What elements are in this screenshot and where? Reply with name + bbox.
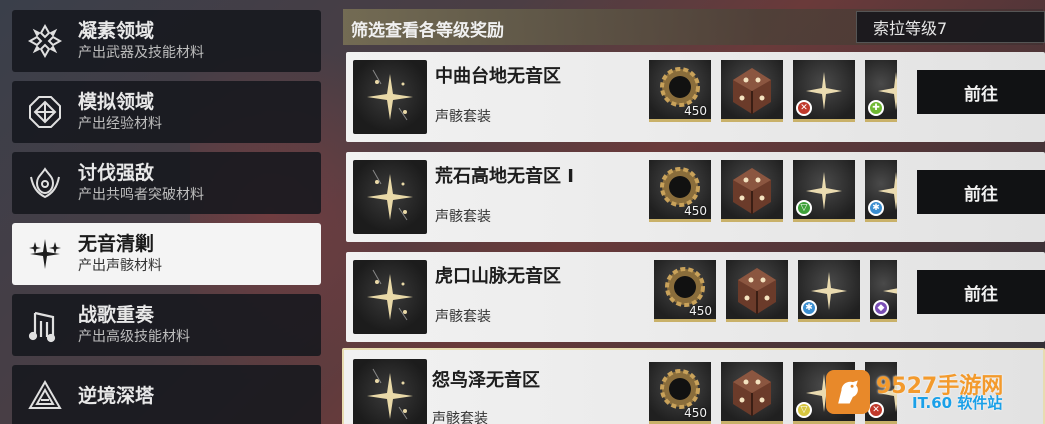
reward-slot-shell-credit[interactable]: 450 bbox=[649, 60, 711, 122]
sidebar-item-title: 模拟领域 bbox=[78, 91, 155, 113]
sidebar-item-tacet-clear[interactable]: 无音清剿 产出声骸材料 bbox=[12, 223, 321, 285]
crystal-cluster-icon bbox=[12, 10, 78, 72]
sidebar-item-title: 无音清剿 bbox=[78, 233, 155, 255]
element-badge: ▽ bbox=[796, 200, 812, 216]
reward-slot-material[interactable] bbox=[721, 362, 783, 424]
octagon-gem-icon bbox=[12, 81, 78, 143]
echo-set-thumbnail bbox=[353, 160, 427, 234]
sidebar-item-battle-song[interactable]: 战歌重奏 产出高级技能材料 bbox=[12, 294, 321, 356]
sidebar-item-tower[interactable]: 逆境深塔 bbox=[12, 365, 321, 424]
echo-set-thumbnail bbox=[353, 359, 427, 424]
element-badge: ✕ bbox=[796, 100, 812, 116]
goto-button[interactable]: 前往 bbox=[917, 270, 1045, 314]
level-label: 索拉等级7 bbox=[873, 19, 948, 38]
sidebar-item-subtitle: 产出高级技能材料 bbox=[78, 329, 190, 345]
sparkle-burst-icon bbox=[12, 223, 78, 285]
sidebar-item-simulation[interactable]: 模拟领域 产出经验材料 bbox=[12, 81, 321, 143]
reward-slot-shell-credit[interactable]: 450 bbox=[649, 362, 711, 424]
reward-slot-material[interactable] bbox=[721, 160, 783, 222]
triangle-tower-icon bbox=[12, 365, 78, 424]
sidebar-item-title: 逆境深塔 bbox=[78, 385, 155, 407]
sidebar-item-subtitle: 产出共鸣者突破材料 bbox=[78, 187, 204, 203]
sidebar-item-subtitle: 产出武器及技能材料 bbox=[78, 45, 204, 61]
sidebar-item-boss-hunt[interactable]: 讨伐强敌 产出共鸣者突破材料 bbox=[12, 152, 321, 214]
dungeon-name: 中曲台地无音区 bbox=[435, 66, 561, 87]
sidebar-item-title: 讨伐强敌 bbox=[78, 162, 155, 184]
element-badge: ✚ bbox=[868, 100, 884, 116]
element-badge: ◆ bbox=[873, 300, 889, 316]
dice-box-icon bbox=[738, 268, 776, 314]
dungeon-name: 虎口山脉无音区 bbox=[435, 266, 561, 287]
dungeon-card[interactable]: 荒石高地无音区 Ⅰ 声骸套装 450 ▽ ✱ 前往 bbox=[346, 152, 1045, 242]
dice-box-icon bbox=[733, 68, 771, 114]
dungeon-type: 声骸套装 bbox=[435, 109, 491, 125]
page-title: 筛选查看各等级奖励 bbox=[351, 21, 504, 41]
reward-slot-shell-credit[interactable]: 450 bbox=[649, 160, 711, 222]
reward-count: 450 bbox=[684, 204, 707, 218]
sidebar-item-subtitle: 产出经验材料 bbox=[78, 116, 162, 132]
dice-box-icon bbox=[733, 370, 771, 416]
reward-slot-echo[interactable]: ✕ bbox=[793, 60, 855, 122]
music-note-icon bbox=[12, 294, 78, 356]
dungeon-type: 声骸套装 bbox=[435, 309, 491, 325]
dungeon-card[interactable]: 中曲台地无音区 声骸套装 450 ✕ ✚ 前往 bbox=[346, 52, 1045, 142]
element-badge: ▽ bbox=[796, 402, 812, 418]
goto-button[interactable]: 前往 bbox=[917, 170, 1045, 214]
dungeon-name: 荒石高地无音区 Ⅰ bbox=[435, 166, 574, 187]
dice-box-icon bbox=[733, 168, 771, 214]
reward-slot-echo[interactable]: ✱ bbox=[798, 260, 860, 322]
reward-count: 450 bbox=[689, 304, 712, 318]
sidebar-item-forgery[interactable]: 凝素领域 产出武器及技能材料 bbox=[12, 10, 321, 72]
element-badge: ✱ bbox=[801, 300, 817, 316]
watermark-subtext: IT.60 软件站 bbox=[912, 394, 1003, 412]
sidebar-item-subtitle: 产出声骸材料 bbox=[78, 258, 162, 274]
goto-button[interactable]: 前往 bbox=[917, 70, 1045, 114]
reward-slot-echo-partial[interactable]: ✚ bbox=[865, 60, 897, 122]
reward-slot-material[interactable] bbox=[726, 260, 788, 322]
sidebar-item-title: 战歌重奏 bbox=[78, 304, 155, 326]
reward-slot-shell-credit[interactable]: 450 bbox=[654, 260, 716, 322]
dungeon-name: 怨鸟泽无音区 bbox=[432, 370, 540, 391]
site-watermark: 9527手游网 IT.60 软件站 bbox=[826, 368, 1045, 424]
echo-set-thumbnail bbox=[353, 260, 427, 334]
echo-set-thumbnail bbox=[353, 60, 427, 134]
reward-slot-echo[interactable]: ▽ bbox=[793, 160, 855, 222]
reward-slot-echo-partial[interactable]: ✱ bbox=[865, 160, 897, 222]
horse-logo-icon bbox=[826, 370, 870, 414]
dungeon-card[interactable]: 虎口山脉无音区 声骸套装 450 ✱ ◆ 前往 bbox=[346, 252, 1045, 342]
reward-count: 450 bbox=[684, 104, 707, 118]
reward-count: 450 bbox=[684, 406, 707, 420]
sidebar-item-title: 凝素领域 bbox=[78, 20, 155, 42]
flame-crest-icon bbox=[12, 152, 78, 214]
dungeon-type: 声骸套装 bbox=[432, 411, 488, 424]
dungeon-type: 声骸套装 bbox=[435, 209, 491, 225]
level-selector[interactable]: 索拉等级7 bbox=[856, 11, 1045, 43]
element-badge: ✱ bbox=[868, 200, 884, 216]
reward-slot-material[interactable] bbox=[721, 60, 783, 122]
reward-slot-echo-partial[interactable]: ◆ bbox=[870, 260, 897, 322]
